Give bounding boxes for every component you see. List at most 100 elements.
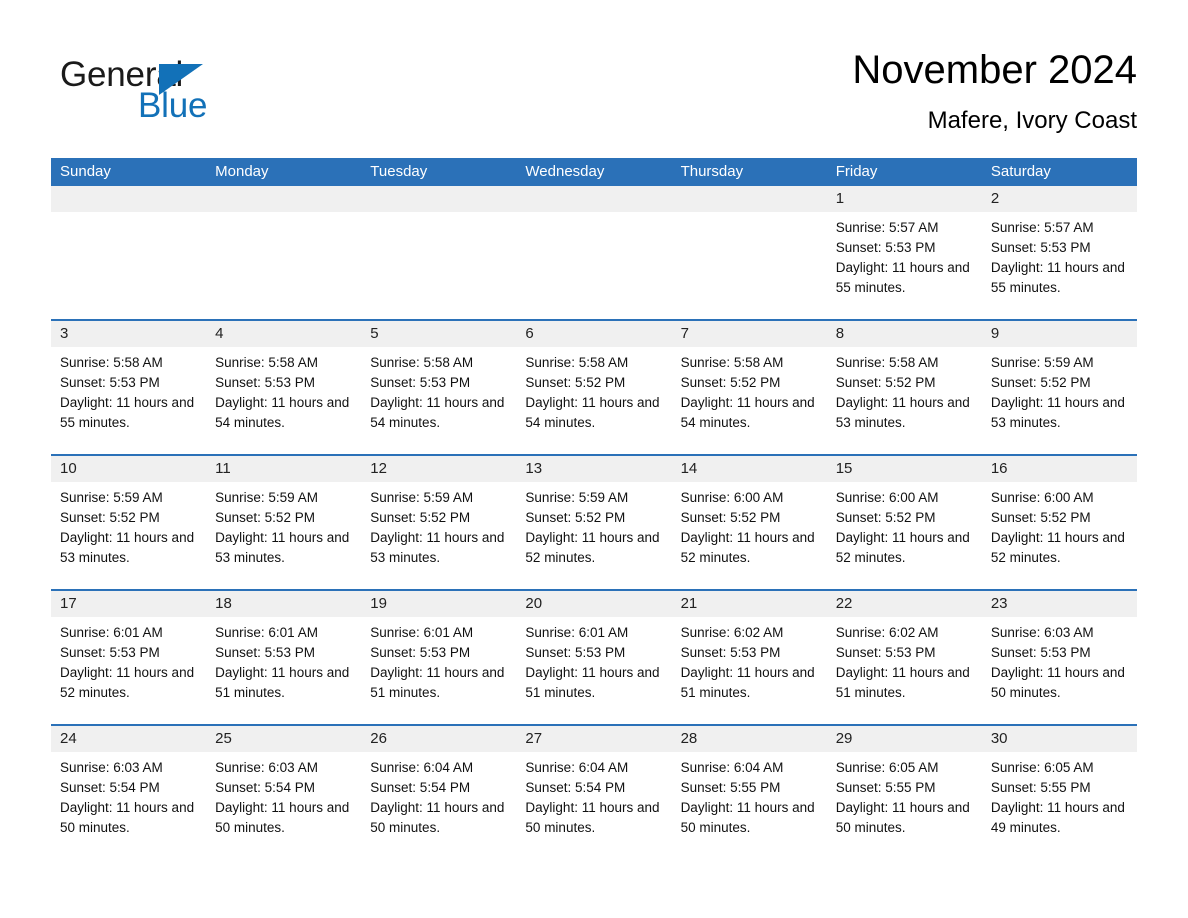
day-cell[interactable]: 8 Sunrise: 5:58 AM Sunset: 5:52 PM Daylight… <box>826 321 982 454</box>
day-cell[interactable]: 2 Sunrise: 5:57 AM Sunset: 5:53 PM Daylight… <box>981 186 1137 319</box>
day-cell[interactable]: 25 Sunrise: 6:03 AM Sunset: 5:54 PM Dayligh… <box>206 726 362 859</box>
day-number-band: 21 <box>671 591 827 617</box>
calendar-week-row: 1 Sunrise: 5:57 AM Sunset: 5:53 PM Daylight… <box>51 186 1137 319</box>
day-cell[interactable]: 22 Sunrise: 6:02 AM Sunset: 5:53 PM Dayligh… <box>826 591 982 724</box>
daylight-text: Daylight: 11 hours and 55 minutes. <box>60 395 195 430</box>
day-cell[interactable]: 14 Sunrise: 6:00 AM Sunset: 5:52 PM Dayligh… <box>671 456 827 589</box>
day-cell[interactable]: 26 Sunrise: 6:04 AM Sunset: 5:54 PM Dayligh… <box>361 726 517 859</box>
day-cell-empty <box>206 186 362 319</box>
brand-name-blue: Blue <box>138 86 208 125</box>
day-details: Sunrise: 6:04 AM Sunset: 5:54 PM Daylight:… <box>361 752 516 838</box>
daylight-text: Daylight: 11 hours and 50 minutes. <box>525 800 660 835</box>
sunset-text: Sunset: 5:53 PM <box>215 375 315 390</box>
day-details: Sunrise: 5:59 AM Sunset: 5:52 PM Daylight:… <box>51 482 206 568</box>
sunset-text: Sunset: 5:55 PM <box>680 780 781 795</box>
sunrise-text: Sunrise: 6:05 AM <box>990 760 1094 775</box>
day-cell[interactable]: 24 Sunrise: 6:03 AM Sunset: 5:54 PM Dayligh… <box>51 726 207 859</box>
day-cell[interactable]: 10 Sunrise: 5:59 AM Sunset: 5:52 PM Dayligh… <box>51 456 207 589</box>
day-number-band: 17 <box>51 591 207 617</box>
day-number-band: 30 <box>981 726 1137 752</box>
day-number-band: 9 <box>981 321 1137 347</box>
day-cell-empty <box>51 186 207 319</box>
day-number: 10 <box>60 460 77 477</box>
day-number: 1 <box>835 190 845 207</box>
day-cell[interactable]: 18 Sunrise: 6:01 AM Sunset: 5:53 PM Dayligh… <box>206 591 362 724</box>
title-block: November 2024 Mafere, Ivory Coast <box>852 44 1137 138</box>
day-cell[interactable]: 30 Sunrise: 6:05 AM Sunset: 5:55 PM Dayligh… <box>981 726 1137 859</box>
day-cell[interactable]: 7 Sunrise: 5:58 AM Sunset: 5:52 PM Daylight… <box>671 321 827 454</box>
day-number: 11 <box>215 460 231 477</box>
weekday-header-sunday: Sunday <box>60 163 111 180</box>
day-number: 22 <box>835 595 853 612</box>
day-number-band: 7 <box>671 321 827 347</box>
day-cell[interactable]: 21 Sunrise: 6:02 AM Sunset: 5:53 PM Dayligh… <box>671 591 827 724</box>
day-cell[interactable]: 11 Sunrise: 5:59 AM Sunset: 5:52 PM Dayligh… <box>206 456 362 589</box>
day-details: Sunrise: 6:01 AM Sunset: 5:53 PM Daylight:… <box>206 617 361 703</box>
day-cell[interactable]: 9 Sunrise: 5:59 AM Sunset: 5:52 PM Daylight… <box>981 321 1137 454</box>
day-number-band: 23 <box>981 591 1137 617</box>
day-details: Sunrise: 5:59 AM Sunset: 5:52 PM Daylight:… <box>361 482 516 568</box>
day-cell[interactable]: 27 Sunrise: 6:04 AM Sunset: 5:54 PM Dayligh… <box>516 726 672 859</box>
sunset-text: Sunset: 5:53 PM <box>525 645 626 660</box>
sunset-text: Sunset: 5:52 PM <box>215 510 315 525</box>
day-cell[interactable]: 12 Sunrise: 5:59 AM Sunset: 5:52 PM Dayligh… <box>361 456 517 589</box>
sunset-text: Sunset: 5:53 PM <box>835 645 936 660</box>
day-cell[interactable]: 6 Sunrise: 5:58 AM Sunset: 5:52 PM Daylight… <box>516 321 672 454</box>
day-cell[interactable]: 4 Sunrise: 5:58 AM Sunset: 5:53 PM Daylight… <box>206 321 362 454</box>
sunset-text: Sunset: 5:55 PM <box>835 780 936 795</box>
day-number: 9 <box>990 325 1000 342</box>
sunrise-text: Sunrise: 5:59 AM <box>990 355 1094 370</box>
day-cell[interactable]: 17 Sunrise: 6:01 AM Sunset: 5:53 PM Dayligh… <box>51 591 207 724</box>
day-cell[interactable]: 15 Sunrise: 6:00 AM Sunset: 5:52 PM Dayligh… <box>826 456 982 589</box>
sunset-text: Sunset: 5:53 PM <box>370 375 471 390</box>
daylight-text: Daylight: 11 hours and 53 minutes. <box>215 530 350 565</box>
daylight-text: Daylight: 11 hours and 50 minutes. <box>680 800 815 835</box>
sunrise-text: Sunrise: 6:05 AM <box>835 760 939 775</box>
daylight-text: Daylight: 11 hours and 50 minutes. <box>215 800 350 835</box>
day-cell-empty <box>361 186 517 319</box>
day-details: Sunrise: 6:04 AM Sunset: 5:55 PM Daylight:… <box>672 752 827 838</box>
day-number-band: 11 <box>206 456 362 482</box>
day-cell[interactable]: 19 Sunrise: 6:01 AM Sunset: 5:53 PM Dayligh… <box>361 591 517 724</box>
calendar-grid: Sunday Monday Tuesday Wednesday Thursday… <box>51 158 1137 859</box>
sunset-text: Sunset: 5:53 PM <box>990 645 1091 660</box>
day-cell[interactable]: 16 Sunrise: 6:00 AM Sunset: 5:52 PM Dayligh… <box>981 456 1137 589</box>
day-number-band <box>361 186 517 212</box>
day-number-band: 12 <box>361 456 517 482</box>
day-number: 18 <box>215 595 232 612</box>
day-details: Sunrise: 6:03 AM Sunset: 5:54 PM Daylight:… <box>206 752 361 838</box>
day-cell[interactable]: 29 Sunrise: 6:05 AM Sunset: 5:55 PM Dayligh… <box>826 726 982 859</box>
sunrise-text: Sunrise: 5:58 AM <box>60 355 163 370</box>
sunset-text: Sunset: 5:55 PM <box>990 780 1091 795</box>
sunrise-text: Sunrise: 6:02 AM <box>835 625 939 640</box>
sunset-text: Sunset: 5:52 PM <box>835 510 936 525</box>
sunset-text: Sunset: 5:53 PM <box>835 240 936 255</box>
day-cell[interactable]: 13 Sunrise: 5:59 AM Sunset: 5:52 PM Dayligh… <box>516 456 672 589</box>
weekday-header-monday: Monday <box>215 163 269 180</box>
day-number-band: 13 <box>516 456 672 482</box>
day-number-band: 16 <box>981 456 1137 482</box>
day-number: 29 <box>835 730 853 747</box>
generalblue-logo[interactable]: General Blue <box>60 54 320 130</box>
day-cell[interactable]: 1 Sunrise: 5:57 AM Sunset: 5:53 PM Daylight… <box>826 186 982 319</box>
day-cell[interactable]: 20 Sunrise: 6:01 AM Sunset: 5:53 PM Dayligh… <box>516 591 672 724</box>
daylight-text: Daylight: 11 hours and 51 minutes. <box>835 665 970 700</box>
day-cell[interactable]: 5 Sunrise: 5:58 AM Sunset: 5:53 PM Daylight… <box>361 321 517 454</box>
day-details: Sunrise: 5:57 AM Sunset: 5:53 PM Daylight:… <box>827 212 982 298</box>
day-number-band: 19 <box>361 591 517 617</box>
sunrise-text: Sunrise: 5:57 AM <box>835 220 939 235</box>
day-number-band: 15 <box>826 456 982 482</box>
day-cell-empty <box>671 186 827 319</box>
day-number: 30 <box>990 730 1008 747</box>
daylight-text: Daylight: 11 hours and 53 minutes. <box>60 530 195 565</box>
day-cell[interactable]: 3 Sunrise: 5:58 AM Sunset: 5:53 PM Daylight… <box>51 321 207 454</box>
day-cell[interactable]: 23 Sunrise: 6:03 AM Sunset: 5:53 PM Dayligh… <box>981 591 1137 724</box>
daylight-text: Daylight: 11 hours and 51 minutes. <box>215 665 350 700</box>
day-number: 27 <box>525 730 543 747</box>
page-header: General Blue November 2024 Mafere, Ivory… <box>51 44 1137 144</box>
day-number-band <box>51 186 207 212</box>
sunrise-text: Sunrise: 6:00 AM <box>835 490 939 505</box>
day-number: 7 <box>680 325 689 342</box>
day-cell[interactable]: 28 Sunrise: 6:04 AM Sunset: 5:55 PM Dayligh… <box>671 726 827 859</box>
day-number-band: 8 <box>826 321 982 347</box>
